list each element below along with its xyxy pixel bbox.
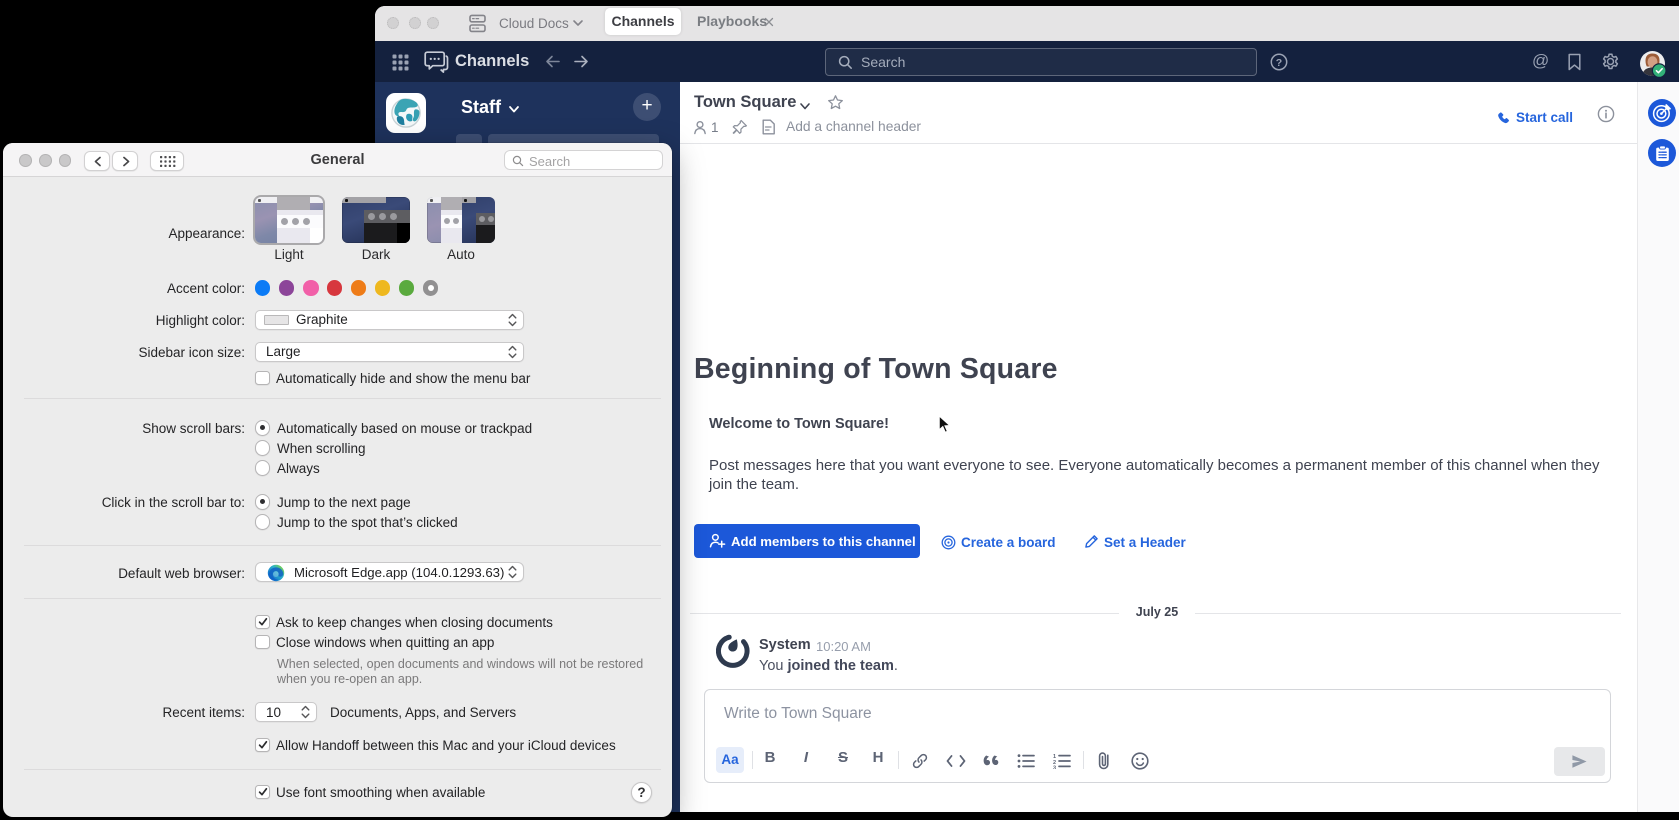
- svg-text:3: 3: [1053, 766, 1056, 770]
- svg-text:?: ?: [1276, 57, 1282, 69]
